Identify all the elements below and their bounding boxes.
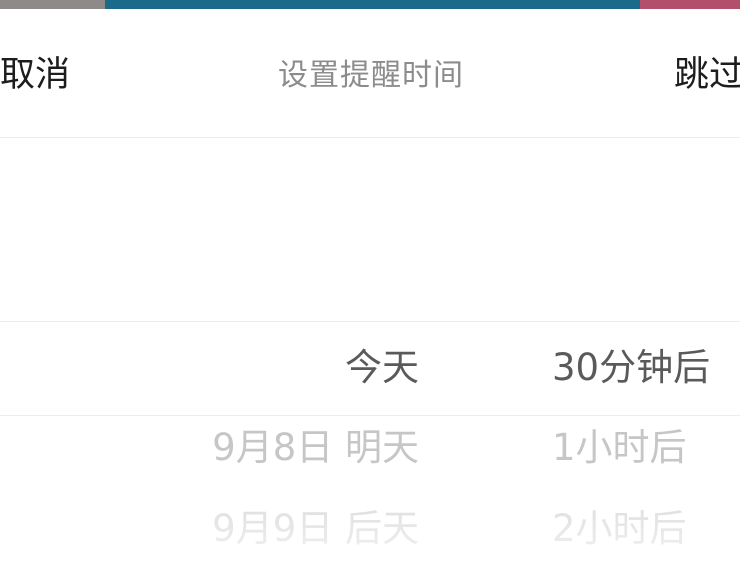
reminder-sheet-header: 取消 设置提醒时间 跳过 (0, 9, 740, 137)
header-divider (0, 137, 740, 138)
picker-selection-bottom-line (0, 415, 740, 416)
background-strip-middle (105, 0, 640, 9)
picker-selection-top-line (0, 321, 740, 322)
skip-button[interactable]: 跳过 (674, 55, 740, 95)
sheet-title: 设置提醒时间 (278, 58, 464, 93)
background-strip-left (0, 0, 105, 9)
background-strip (0, 0, 740, 9)
day-picker-option[interactable]: 9月9日 后天 (212, 509, 419, 549)
time-offset-option[interactable]: 2小时后 (552, 509, 687, 549)
background-strip-right (640, 0, 740, 9)
day-picker-option[interactable]: 9月8日 明天 (212, 428, 419, 468)
cancel-button[interactable]: 取消 (0, 55, 70, 95)
time-offset-option[interactable]: 1小时后 (552, 428, 687, 468)
day-picker-option-selected[interactable]: 今天 (345, 348, 419, 388)
time-offset-option-selected[interactable]: 30分钟后 (552, 348, 710, 388)
